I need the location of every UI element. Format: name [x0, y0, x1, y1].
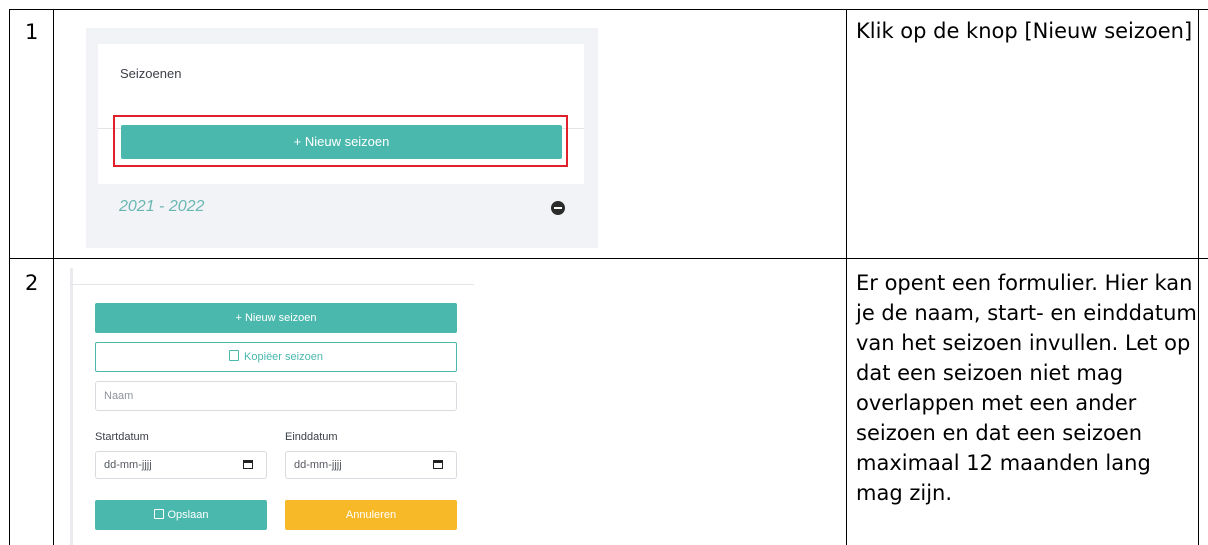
name-placeholder: Naam — [104, 390, 134, 402]
save-label: Opslaan — [167, 509, 209, 521]
calendar-icon[interactable] — [243, 460, 253, 469]
table-row-divider — [9, 258, 1208, 259]
end-date-input[interactable]: dd-mm-jjjj — [285, 451, 457, 479]
end-date-placeholder: dd-mm-jjjj — [294, 459, 342, 471]
copy-season-button[interactable]: Kopiëer seizoen — [95, 342, 457, 372]
card-title: Seizoenen — [120, 66, 182, 81]
new-season-button[interactable]: + Nieuw seizoen — [121, 125, 562, 159]
start-date-input[interactable]: dd-mm-jjjj — [95, 451, 267, 479]
season-item[interactable]: 2021 - 2022 — [119, 198, 204, 216]
table-border-left — [9, 9, 10, 545]
step-description: Klik op de knop [Nieuw seizoen] — [856, 19, 1193, 43]
new-season-button[interactable]: + Nieuw seizoen — [95, 303, 457, 333]
save-icon — [153, 509, 164, 519]
table-border-top — [9, 9, 1208, 10]
start-date-placeholder: dd-mm-jjjj — [104, 459, 152, 471]
copy-season-label: Kopiëer seizoen — [244, 351, 323, 363]
step-number: 2 — [25, 271, 39, 295]
name-input[interactable]: Naam — [95, 381, 457, 411]
copy-icon — [229, 350, 240, 361]
panel-edge — [70, 268, 73, 545]
step-description: Er opent een formulier. Hier kan je de n… — [856, 271, 1197, 505]
start-date-label: Startdatum — [95, 431, 149, 443]
end-date-label: Einddatum — [285, 431, 338, 443]
save-button[interactable]: Opslaan — [95, 500, 267, 530]
table-col-divider-2 — [846, 9, 847, 545]
panel-top-border — [70, 284, 474, 285]
cancel-button[interactable]: Annuleren — [285, 500, 457, 530]
table-col-divider-1 — [53, 9, 54, 545]
step-number: 1 — [25, 20, 39, 44]
calendar-icon[interactable] — [433, 460, 443, 469]
remove-icon[interactable] — [551, 201, 565, 215]
